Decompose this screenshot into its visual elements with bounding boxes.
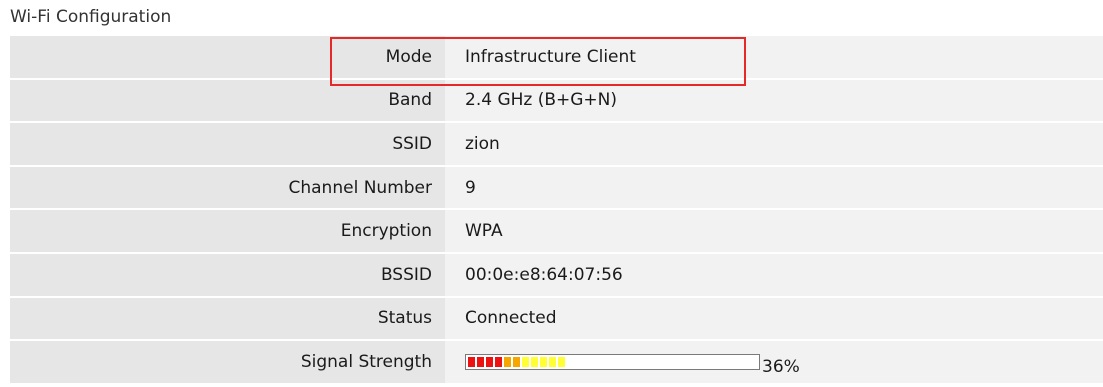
mode-value: Infrastructure Client bbox=[445, 34, 1103, 80]
table-row: Status Connected bbox=[10, 296, 1103, 342]
status-value: Connected bbox=[445, 296, 1103, 342]
wifi-config-table: Mode Infrastructure Client Band 2.4 GHz … bbox=[10, 34, 1103, 385]
signal-strength-percent: 36% bbox=[762, 356, 800, 377]
table-row: Signal Strength 36% bbox=[10, 340, 1103, 385]
table-row: BSSID 00:0e:e8:64:07:56 bbox=[10, 252, 1103, 298]
mode-label: Mode bbox=[10, 34, 445, 80]
ssid-label: SSID bbox=[10, 122, 445, 167]
channel-number-label: Channel Number bbox=[10, 165, 445, 211]
table-row: Encryption WPA bbox=[10, 209, 1103, 254]
signal-segment bbox=[513, 356, 520, 367]
signal-segment bbox=[522, 356, 529, 367]
signal-strength-label: Signal Strength bbox=[10, 340, 445, 385]
signal-segment bbox=[504, 356, 511, 367]
ssid-value: zion bbox=[445, 122, 1103, 167]
table-row: SSID zion bbox=[10, 122, 1103, 167]
signal-segment bbox=[477, 356, 484, 367]
section-title: Wi-Fi Configuration bbox=[10, 7, 172, 27]
table-row: Mode Infrastructure Client bbox=[10, 34, 1103, 80]
encryption-value: WPA bbox=[445, 209, 1103, 254]
signal-segment bbox=[558, 356, 565, 367]
encryption-label: Encryption bbox=[10, 209, 445, 254]
signal-strength-value: 36% bbox=[445, 340, 1103, 385]
signal-segment bbox=[549, 356, 556, 367]
bssid-value: 00:0e:e8:64:07:56 bbox=[445, 252, 1103, 298]
band-value: 2.4 GHz (B+G+N) bbox=[445, 78, 1103, 124]
signal-segment bbox=[531, 356, 538, 367]
signal-segment bbox=[495, 356, 502, 367]
signal-segment bbox=[540, 356, 547, 367]
signal-segment bbox=[468, 356, 475, 367]
table-row: Channel Number 9 bbox=[10, 165, 1103, 211]
signal-strength-meter: 36% bbox=[465, 353, 800, 375]
signal-strength-bar bbox=[465, 353, 760, 370]
channel-number-value: 9 bbox=[445, 165, 1103, 211]
signal-segment bbox=[486, 356, 493, 367]
band-label: Band bbox=[10, 78, 445, 124]
bssid-label: BSSID bbox=[10, 252, 445, 298]
status-label: Status bbox=[10, 296, 445, 342]
table-row: Band 2.4 GHz (B+G+N) bbox=[10, 78, 1103, 124]
signal-strength-fill bbox=[468, 356, 565, 367]
